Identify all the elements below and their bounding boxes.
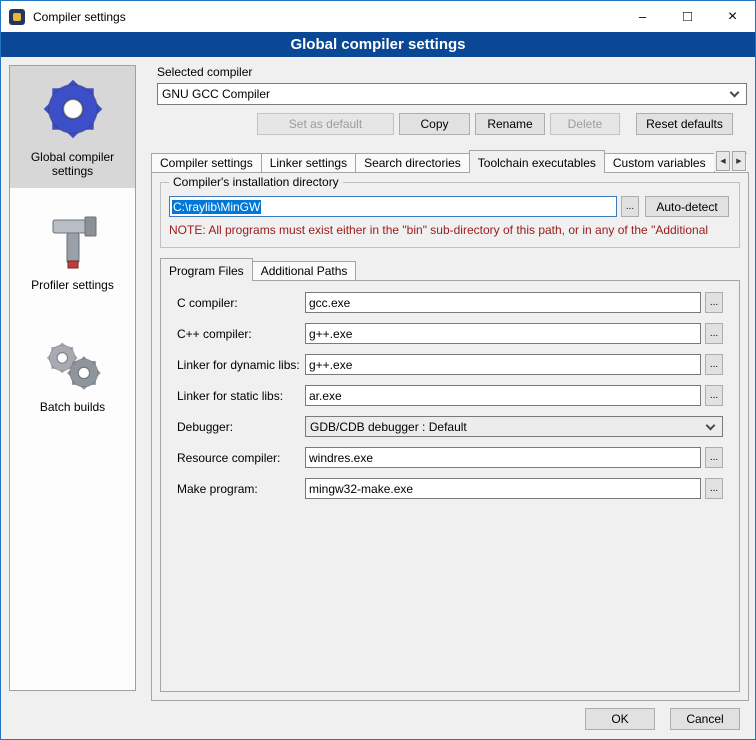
settings-tabstrip: Compiler settings Linker settings Search… [151, 150, 747, 173]
ok-button[interactable]: OK [585, 708, 655, 730]
selected-compiler-label: Selected compiler [157, 65, 252, 79]
debugger-dropdown[interactable]: GDB/CDB debugger : Default [305, 416, 723, 437]
make-program-row: Make program: ... [177, 478, 723, 499]
c-compiler-label: C compiler: [177, 296, 305, 310]
close-icon: × [728, 8, 737, 26]
debugger-row: Debugger: GDB/CDB debugger : Default [177, 416, 723, 437]
tab-scroll-controls: ◀ ▶ [714, 151, 746, 171]
dialog-header: Global compiler settings [1, 32, 755, 57]
c-compiler-browse-button[interactable]: ... [705, 292, 723, 313]
blue-gear-icon [34, 70, 112, 148]
tab-scroll-left-button[interactable]: ◀ [716, 151, 730, 171]
make-program-label: Make program: [177, 482, 305, 496]
titlebar: Compiler settings – □ × [1, 1, 755, 32]
gray-gears-icon [40, 336, 106, 398]
linker-static-input[interactable] [305, 385, 701, 406]
compiler-settings-dialog: Compiler settings – □ × Global compiler … [0, 0, 756, 740]
subtab-additional-paths[interactable]: Additional Paths [252, 261, 357, 281]
auto-detect-button[interactable]: Auto-detect [645, 196, 729, 217]
bin-subdirectory-note: NOTE: All programs must exist either in … [169, 223, 738, 237]
toolchain-executables-panel: Compiler's installation directory C:\ray… [151, 172, 749, 701]
app-icon [9, 9, 25, 25]
set-as-default-button[interactable]: Set as default [257, 113, 394, 135]
debugger-value: GDB/CDB debugger : Default [310, 420, 703, 434]
cpp-compiler-row: C++ compiler: ... [177, 323, 723, 344]
cpp-compiler-label: C++ compiler: [177, 327, 305, 341]
tab-custom-variables[interactable]: Custom variables [604, 153, 715, 173]
selected-compiler-value: GNU GCC Compiler [162, 87, 727, 101]
subtab-program-files[interactable]: Program Files [160, 258, 253, 281]
chevron-down-icon [730, 88, 740, 98]
sidebar-item-label: Profiler settings [10, 276, 135, 294]
tab-scroll-right-button[interactable]: ▶ [732, 151, 746, 171]
c-compiler-input[interactable] [305, 292, 701, 313]
sidebar-item-label: Global compiler settings [10, 148, 135, 180]
tab-toolchain-executables[interactable]: Toolchain executables [469, 150, 605, 173]
copy-button[interactable]: Copy [399, 113, 470, 135]
rename-button[interactable]: Rename [475, 113, 545, 135]
sidebar-item-global-compiler-settings[interactable]: Global compiler settings [10, 66, 135, 188]
compiler-action-buttons: Set as default Copy Rename Delete Reset … [257, 113, 733, 135]
linker-dynamic-browse-button[interactable]: ... [705, 354, 723, 375]
c-compiler-row: C compiler: ... [177, 292, 723, 313]
linker-static-label: Linker for static libs: [177, 389, 305, 403]
program-files-panel: C compiler: ... C++ compiler: ... Linker… [160, 280, 740, 692]
resource-compiler-input[interactable] [305, 447, 701, 468]
resource-compiler-label: Resource compiler: [177, 451, 305, 465]
tab-search-directories[interactable]: Search directories [355, 153, 470, 173]
linker-static-browse-button[interactable]: ... [705, 385, 723, 406]
delete-button[interactable]: Delete [550, 113, 620, 135]
linker-dynamic-input[interactable] [305, 354, 701, 375]
make-program-input[interactable] [305, 478, 701, 499]
arrow-left-icon: ◀ [720, 157, 725, 165]
resource-compiler-browse-button[interactable]: ... [705, 447, 723, 468]
maximize-button[interactable]: □ [665, 1, 710, 32]
arrow-right-icon: ▶ [736, 157, 741, 165]
debugger-label: Debugger: [177, 420, 305, 434]
installation-directory-group-title: Compiler's installation directory [169, 175, 343, 189]
installation-directory-group: Compiler's installation directory C:\ray… [160, 182, 740, 248]
cpp-compiler-browse-button[interactable]: ... [705, 323, 723, 344]
sidebar-item-label: Batch builds [10, 398, 135, 416]
chevron-down-icon [706, 420, 716, 430]
sidebar-item-profiler-settings[interactable]: Profiler settings [10, 188, 135, 294]
installation-directory-input[interactable]: C:\raylib\MinGW [169, 196, 617, 217]
tab-linker-settings[interactable]: Linker settings [261, 153, 356, 173]
minimize-button[interactable]: – [620, 1, 665, 32]
reset-defaults-button[interactable]: Reset defaults [636, 113, 733, 135]
close-button[interactable]: × [710, 1, 755, 32]
resource-compiler-row: Resource compiler: ... [177, 447, 723, 468]
linker-static-row: Linker for static libs: ... [177, 385, 723, 406]
linker-dynamic-row: Linker for dynamic libs: ... [177, 354, 723, 375]
make-program-browse-button[interactable]: ... [705, 478, 723, 499]
sidebar-item-batch-builds[interactable]: Batch builds [10, 294, 135, 416]
minimize-icon: – [639, 9, 646, 24]
profiler-tool-icon [41, 212, 105, 276]
tab-compiler-settings[interactable]: Compiler settings [151, 153, 262, 173]
settings-category-list: Global compiler settings Profiler settin… [9, 65, 136, 691]
installation-directory-value: C:\raylib\MinGW [172, 200, 261, 214]
program-files-tabstrip: Program Files Additional Paths [160, 259, 355, 281]
linker-dynamic-label: Linker for dynamic libs: [177, 358, 305, 372]
cancel-button[interactable]: Cancel [670, 708, 740, 730]
selected-compiler-dropdown[interactable]: GNU GCC Compiler [157, 83, 747, 105]
cpp-compiler-input[interactable] [305, 323, 701, 344]
installation-directory-browse-button[interactable]: ... [621, 196, 639, 217]
maximize-icon: □ [683, 8, 692, 25]
window-title: Compiler settings [33, 10, 126, 24]
